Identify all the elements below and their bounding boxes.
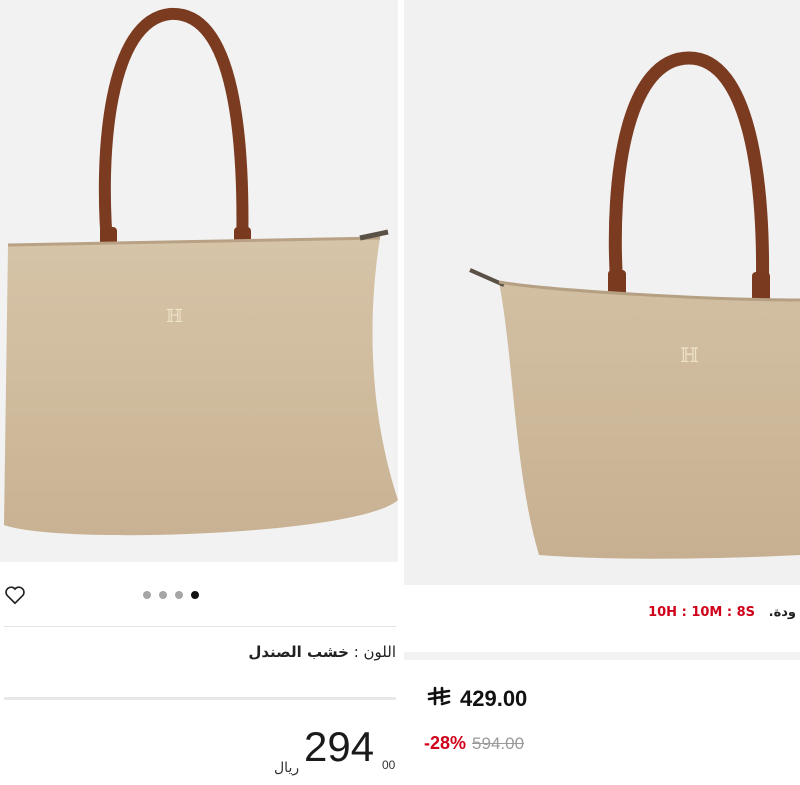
price-decimal: 00 xyxy=(382,758,396,772)
wishlist-heart-icon[interactable] xyxy=(4,584,26,606)
color-label: اللون : xyxy=(353,643,396,661)
timer-hours: 10H xyxy=(648,605,678,620)
color-value: خشب الصندل xyxy=(248,643,349,661)
price-amount: 429.00 xyxy=(460,686,528,711)
carousel-dot-active[interactable] xyxy=(191,591,199,599)
color-selection: اللون : خشب الصندل xyxy=(248,643,396,661)
countdown-timer: 10H : 10M : 8S .ودة xyxy=(648,605,796,620)
product-image-left[interactable]: ℍ xyxy=(0,0,398,562)
discount-row: -28% 594.00 xyxy=(424,733,524,754)
discount-badge: -28% xyxy=(424,733,467,753)
carousel-dot[interactable] xyxy=(143,591,151,599)
carousel-dot[interactable] xyxy=(175,591,183,599)
product-image-right[interactable]: ℍ xyxy=(404,0,800,585)
price-currency: ريال xyxy=(274,760,300,776)
timer-minutes: 10M xyxy=(691,605,723,620)
svg-text:ℍ: ℍ xyxy=(166,306,183,327)
riyal-symbol-icon xyxy=(426,686,452,712)
carousel-dot[interactable] xyxy=(159,591,167,599)
carousel-dots xyxy=(143,591,199,599)
price-integer: 294 xyxy=(304,723,375,770)
right-product-card: ℍ 10H : 10M : 8S .ودة 429.00 -28% 594.00 xyxy=(404,0,800,785)
timer-prefix: .ودة xyxy=(768,605,796,620)
current-price: 429.00 xyxy=(426,686,527,712)
old-price: 594.00 xyxy=(472,733,525,753)
svg-text:ℍ: ℍ xyxy=(680,343,699,367)
section-gap xyxy=(404,652,800,660)
divider xyxy=(4,626,396,627)
price-left: ريال 294 00 xyxy=(270,724,398,784)
divider xyxy=(4,697,396,700)
left-product-card: ℍ اللون : خشب الصندل ريال 294 00 xyxy=(0,0,400,785)
timer-seconds: 8S xyxy=(736,605,756,620)
